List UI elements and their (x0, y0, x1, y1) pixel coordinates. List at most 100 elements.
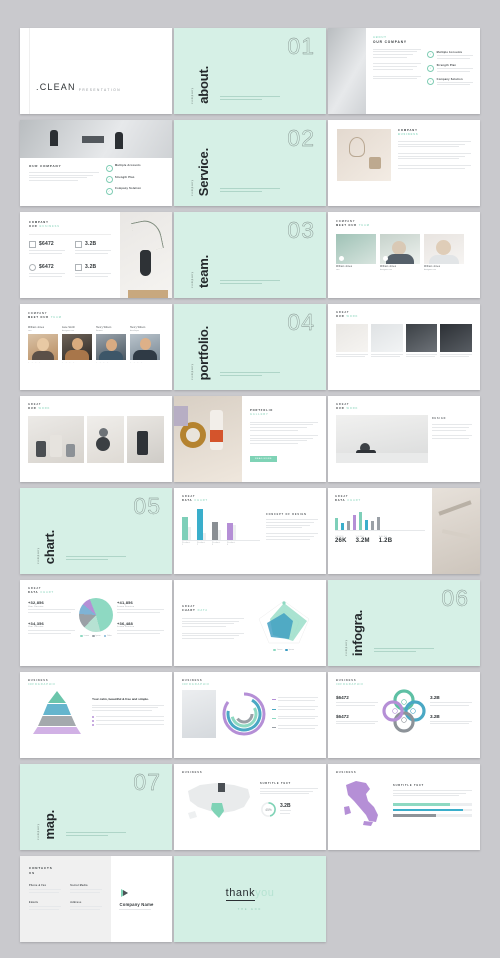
slide-pyramid[interactable]: BUSINESS INFOGRAPHIC Your calm, beautifu… (20, 672, 172, 758)
slide-italy-map[interactable]: BUSINESS Subtitle text (328, 764, 480, 850)
portfolio-thumb[interactable] (440, 323, 472, 352)
slide-divider-04[interactable]: 04 company portfolio. (174, 304, 326, 390)
divider-word: map. (42, 810, 57, 840)
italy-progress-bars (393, 803, 472, 820)
progress-bar (393, 808, 472, 812)
portfolio-detail-subtitle: GALLERY (250, 412, 269, 416)
service-check-2: ✓ Strength Plan (105, 176, 163, 183)
spiral-legend-1 (272, 697, 318, 702)
donut-value: 3.2B (280, 803, 291, 810)
portfolio-thumb[interactable] (336, 323, 368, 352)
team-card[interactable]: William Jones ceo (336, 233, 376, 272)
slide-great-our-products[interactable]: GREAT OUR WORK (20, 396, 172, 482)
team-card[interactable]: Henry Wilson developer • • • • (130, 325, 160, 364)
team-card[interactable]: Henry Wilson finance • • • • (96, 325, 126, 364)
about-photo (328, 28, 366, 114)
slide-divider-06[interactable]: 06 company infogra. (328, 580, 480, 666)
divider-word: Service. (196, 147, 211, 196)
chart-icon (29, 240, 36, 248)
divider-number: 05 (133, 493, 161, 519)
clover-item-3: $6472 (336, 714, 378, 726)
spiral-legend-4 (272, 725, 318, 730)
you-word: you (255, 887, 275, 899)
slide-divider-05[interactable]: 05 company chart. (20, 488, 172, 574)
about-check-1: ✓ Multiple Accounts (427, 51, 473, 60)
interior-photo (337, 129, 391, 181)
team-photo (130, 334, 160, 361)
slide-divider-07[interactable]: 07 company map. (20, 764, 172, 850)
slide-company-our-photo[interactable]: COMPANY BUSINESS (328, 120, 480, 206)
slide-grid: .CLEAN PRESENTATION 01 company about. AB… (20, 28, 480, 942)
slide-pie-chart[interactable]: GREAT DATA CHART +32,856 User Session +3… (20, 580, 172, 666)
team3-title-accent: TEAM (358, 223, 370, 227)
desk-photo (432, 488, 480, 574)
team-role: ceo (336, 269, 340, 272)
company-our-subtitle: BUSINESS (398, 133, 419, 137)
contact-block-social: Social Media (70, 884, 103, 895)
product-photo-3 (126, 415, 164, 463)
contact-block-address: Address (70, 901, 103, 912)
spiral-legend-3 (272, 715, 318, 721)
bar-group (227, 507, 236, 540)
team-role: finance (96, 330, 103, 333)
italymap-heading: Subtitle text (393, 783, 425, 787)
team3-title: MEET OUR (336, 223, 357, 227)
slide-deck-preview-board: .CLEAN PRESENTATION 01 company about. AB… (0, 0, 500, 958)
divider-number: 03 (287, 217, 315, 243)
team-card[interactable]: William Jones ceo • • • • (28, 325, 58, 364)
company-our-body2 (398, 153, 471, 161)
pie-stat-3: +34,356 User Session (28, 621, 75, 636)
radar-subtitle-accent: DATA (197, 609, 208, 613)
pyramid-heading: Your calm, beautiful & free and simple. (92, 696, 149, 701)
portfolio-thumb[interactable] (405, 323, 438, 352)
slide-divider-01[interactable]: 01 company about. (174, 28, 326, 114)
slide-spiral[interactable]: BUSINESS INFOGRAPHIC (174, 672, 326, 758)
team-dots: • • • • (130, 362, 144, 365)
slide-team-3[interactable]: COMPANY MEET OUR TEAM William Jones ceo (328, 212, 480, 298)
texas-highlight (211, 802, 224, 818)
service-title: OUR COMPANY (29, 164, 62, 168)
team-card[interactable]: William Jones designer ceo (380, 233, 420, 271)
cover-rule (29, 28, 30, 114)
slide-radar-chart[interactable]: GREAT CHART DATA Lorem Ipsum (174, 580, 326, 666)
slide-service-company[interactable]: OUR COMPANY ✓ Multiple Accounts ✓ Streng… (20, 120, 172, 206)
divider-label: company (191, 179, 194, 196)
stat-item-2: 3.2B (75, 240, 111, 248)
stat-item-4: 3.2B (75, 263, 111, 271)
slide-clover[interactable]: BUSINESS INFOGRAPHIC $6472 $6472 3.2B 3.… (328, 672, 480, 758)
slide-contacts[interactable]: CONTACTS US Phone & Fax Emails Social Me… (20, 856, 172, 942)
thank-you-text: thankyou (225, 887, 275, 901)
check-icon: ✓ (427, 51, 435, 59)
kpichart-subtitle: DATA (335, 498, 346, 502)
slide-kpi-chart[interactable]: GREAT DATA CHART USERS 26K VIEWS 3.2M SA… (328, 488, 480, 574)
pyramid-chart (33, 690, 81, 734)
contacts-title-2: US (29, 870, 35, 875)
great2-title-accent: WORK (346, 406, 359, 410)
team-card[interactable]: Jane Smith designer ceo • • • • (62, 325, 92, 364)
divider-word: team. (196, 255, 211, 288)
slide-divider-03[interactable]: 03 company team. (174, 212, 326, 298)
bar-group (212, 507, 221, 540)
slide-great-our-wide[interactable]: GREAT OUR WORK Design (328, 396, 480, 482)
slide-cover[interactable]: .CLEAN PRESENTATION (20, 28, 172, 114)
slide-usa-map[interactable]: BUSINESS Subtitle text (174, 764, 326, 850)
pie-stat-4: +36,488 Lorem Session (117, 621, 164, 636)
mini-bar-chart (335, 508, 425, 531)
slide-stats[interactable]: COMPANY OUR BUSINESS $6472 3.2B $6472 3.… (20, 212, 172, 298)
portfolio-detail-photo (174, 396, 242, 482)
slide-bar-chart[interactable]: GREAT DATA CHART Product 1 Product 2 Pro… (174, 488, 326, 574)
service-check-1: ✓ Multiple Accounts (105, 164, 163, 172)
slide-thank-you[interactable]: thankyou THE END (174, 856, 326, 942)
slide-portfolio-detail[interactable]: PORTFOLIO GALLERY READ MORE (174, 396, 326, 482)
usa-map (188, 782, 250, 819)
team-card[interactable]: William Jones designer ceo (424, 233, 464, 271)
slide-team-4[interactable]: COMPANY MEET OUR TEAM William Jones ceo … (20, 304, 172, 390)
slide-divider-02[interactable]: 02 company Service. (174, 120, 326, 206)
read-more-button[interactable]: READ MORE (250, 455, 277, 462)
slide-about-company[interactable]: ABOUT OUR COMPANY ✓ Multiple Accounts ✓ … (328, 28, 480, 114)
portfolio-thumb[interactable] (370, 323, 403, 352)
thank-you-tagline: THE END (237, 908, 263, 911)
check-icon: ✓ (105, 187, 113, 195)
slide-portfolio-grid[interactable]: GREAT OUR WORK (328, 304, 480, 390)
divider-label: company (191, 87, 194, 104)
